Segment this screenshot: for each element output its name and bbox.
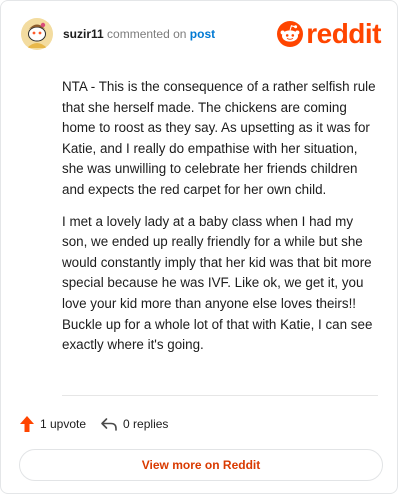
- reddit-wordmark: reddit: [306, 18, 381, 49]
- upvote-count: 1 upvote: [40, 417, 87, 431]
- comment-embed-card: suzir11 commented on post reddit NTA - T…: [0, 0, 398, 494]
- reddit-snoo-icon: [277, 21, 304, 47]
- comment-header: suzir11 commented on post reddit: [21, 15, 381, 53]
- byline: suzir11 commented on post: [63, 26, 215, 42]
- action-text: commented on: [107, 27, 187, 41]
- avatar[interactable]: [21, 18, 53, 50]
- reply-arrow-icon: [101, 418, 117, 431]
- comment-paragraph: I met a lovely lady at a baby class when…: [62, 213, 373, 353]
- replies-count: 0 replies: [123, 417, 169, 431]
- reddit-logo[interactable]: reddit: [277, 20, 381, 48]
- view-more-button[interactable]: View more on Reddit: [19, 449, 383, 481]
- post-link[interactable]: post: [190, 27, 215, 41]
- upvote-arrow-icon: [20, 416, 34, 432]
- divider: [62, 395, 378, 396]
- comment-paragraph: NTA - This is the consequence of a rathe…: [62, 79, 376, 197]
- upvote-button[interactable]: 1 upvote: [19, 415, 86, 433]
- comment-body: NTA - This is the consequence of a rathe…: [62, 77, 378, 367]
- comment-footer: 1 upvote 0 replies: [19, 413, 168, 435]
- avatar-snoo-icon: [21, 18, 53, 50]
- replies-button[interactable]: 0 replies: [100, 416, 168, 432]
- username[interactable]: suzir11: [63, 27, 104, 41]
